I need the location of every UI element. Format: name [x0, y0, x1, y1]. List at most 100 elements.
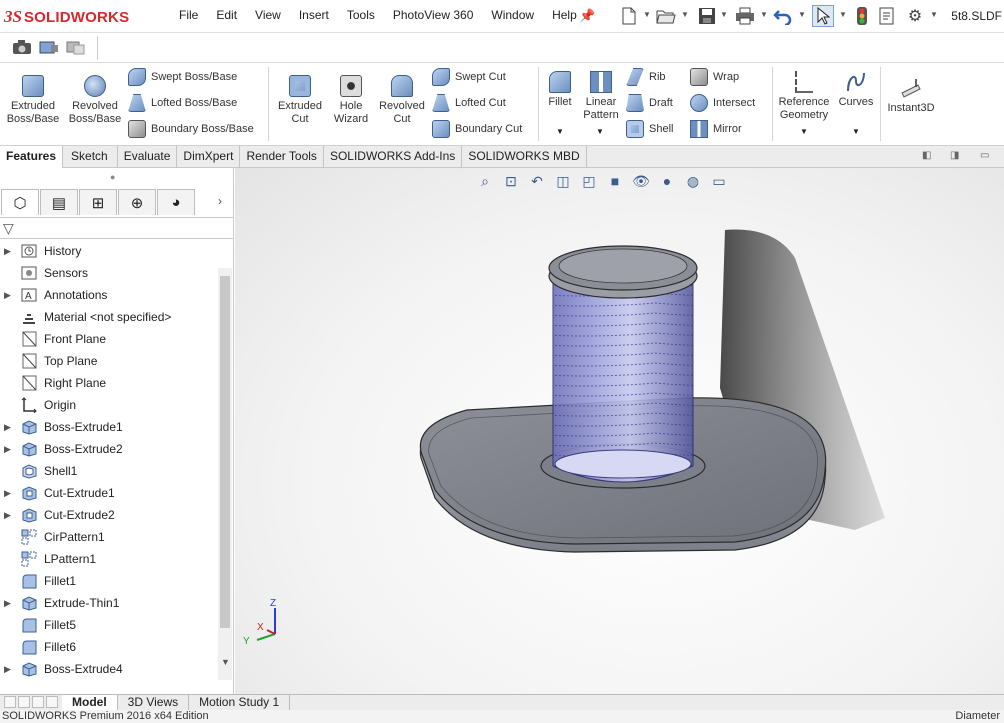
- menu-file[interactable]: File: [170, 8, 207, 22]
- tree-item-boss-extrude4[interactable]: ▶ Boss-Extrude4: [0, 658, 218, 680]
- chevron-down-icon[interactable]: ▼: [839, 10, 847, 19]
- expand-arrow-icon[interactable]: ▶: [4, 444, 11, 455]
- reference-geometry-button[interactable]: Reference Geometry: [776, 71, 832, 122]
- wrap-button[interactable]: Wrap: [690, 67, 739, 87]
- tab-model[interactable]: Model: [62, 694, 118, 711]
- filter-icon[interactable]: ▽: [3, 220, 14, 237]
- graphics-area[interactable]: ⌕ ⊡ ↶ ◫ ◰ ■ 👁 ● ◍ ▭ Z Y X: [235, 168, 1004, 694]
- configuration-manager-tab-icon[interactable]: ⊞: [79, 189, 117, 215]
- swept-cut-button[interactable]: Swept Cut: [432, 67, 506, 87]
- tree-scrollbar[interactable]: [218, 268, 232, 680]
- panel-grip-icon[interactable]: ●: [110, 172, 115, 182]
- tab-render-tools[interactable]: Render Tools: [240, 146, 324, 168]
- chevron-down-icon[interactable]: ▼: [930, 10, 938, 19]
- solidworks-logo[interactable]: 3S SOLIDWORKS: [4, 6, 129, 28]
- menu-edit[interactable]: Edit: [207, 8, 246, 22]
- camera-icon[interactable]: [12, 39, 32, 55]
- tab-mbd[interactable]: SOLIDWORKS MBD: [462, 146, 587, 168]
- linear-pattern-button[interactable]: Linear Pattern: [580, 71, 622, 122]
- mirror-button[interactable]: Mirror: [690, 119, 742, 139]
- menu-view[interactable]: View: [246, 8, 290, 22]
- tree-item-boss-extrude1[interactable]: ▶ Boss-Extrude1: [0, 416, 218, 438]
- next-tab-icon[interactable]: [32, 695, 44, 708]
- menu-photoview[interactable]: PhotoView 360: [384, 8, 483, 22]
- tree-item-material-not-specified[interactable]: Material <not specified>: [0, 306, 218, 328]
- tree-item-right-plane[interactable]: Right Plane: [0, 372, 218, 394]
- tree-item-fillet1[interactable]: Fillet1: [0, 570, 218, 592]
- instant3d-button[interactable]: Instant3D: [884, 77, 938, 115]
- tree-item-shell1[interactable]: Shell1: [0, 460, 218, 482]
- fillet-button[interactable]: Fillet: [542, 71, 578, 109]
- expand-arrow-icon[interactable]: ▶: [4, 598, 11, 609]
- menu-tools[interactable]: Tools: [338, 8, 384, 22]
- tree-item-boss-extrude2[interactable]: ▶ Boss-Extrude2: [0, 438, 218, 460]
- tree-item-front-plane[interactable]: Front Plane: [0, 328, 218, 350]
- tab-dimxpert[interactable]: DimXpert: [177, 146, 241, 168]
- last-tab-icon[interactable]: [46, 695, 58, 708]
- tree-item-origin[interactable]: Origin: [0, 394, 218, 416]
- file-properties-icon[interactable]: [876, 5, 898, 27]
- tree-item-cut-extrude2[interactable]: ▶ Cut-Extrude2: [0, 504, 218, 526]
- tab-features[interactable]: Features: [0, 146, 64, 168]
- lofted-boss-button[interactable]: Lofted Boss/Base: [128, 93, 237, 113]
- record-video-icon[interactable]: [66, 39, 86, 55]
- swept-boss-button[interactable]: Swept Boss/Base: [128, 67, 237, 87]
- expand-arrow-icon[interactable]: ▶: [4, 664, 11, 675]
- new-document-icon[interactable]: [618, 5, 640, 27]
- expand-arrow-icon[interactable]: ▶: [4, 488, 11, 499]
- rib-button[interactable]: Rib: [626, 67, 666, 87]
- tree-item-fillet6[interactable]: Fillet6: [0, 636, 218, 658]
- tree-item-top-plane[interactable]: Top Plane: [0, 350, 218, 372]
- tree-item-history[interactable]: ▶ History: [0, 240, 218, 262]
- menu-insert[interactable]: Insert: [290, 8, 338, 22]
- expand-arrow-icon[interactable]: ▶: [4, 422, 11, 433]
- chevron-down-icon[interactable]: ▼: [720, 10, 728, 19]
- revolved-cut-button[interactable]: Revolved Cut: [376, 75, 428, 126]
- prev-tab-icon[interactable]: [18, 695, 30, 708]
- select-arrow-icon[interactable]: [812, 5, 834, 27]
- tree-item-annotations[interactable]: ▶ A Annotations: [0, 284, 218, 306]
- boundary-boss-button[interactable]: Boundary Boss/Base: [128, 119, 254, 139]
- panel-expand-icon[interactable]: ◨: [950, 150, 959, 161]
- scroll-down-icon[interactable]: ▼: [221, 657, 230, 667]
- tree-item-cut-extrude1[interactable]: ▶ Cut-Extrude1: [0, 482, 218, 504]
- property-manager-tab-icon[interactable]: ▤: [40, 189, 78, 215]
- chevron-right-icon[interactable]: ›: [218, 194, 222, 208]
- pin-icon[interactable]: 📌: [579, 8, 595, 24]
- extruded-cut-button[interactable]: Extruded Cut: [274, 75, 326, 126]
- panel-collapse-icon[interactable]: ◧: [922, 150, 931, 161]
- curves-button[interactable]: Curves: [836, 71, 876, 109]
- chevron-down-icon[interactable]: ▼: [556, 127, 564, 136]
- photo-camera-icon[interactable]: [39, 39, 59, 55]
- revolved-boss-button[interactable]: Revolved Boss/Base: [66, 75, 124, 126]
- chevron-down-icon[interactable]: ▼: [643, 10, 651, 19]
- save-icon[interactable]: [696, 5, 718, 27]
- chevron-down-icon[interactable]: ▼: [800, 127, 808, 136]
- first-tab-icon[interactable]: [4, 695, 16, 708]
- extruded-boss-button[interactable]: Extruded Boss/Base: [4, 75, 62, 126]
- restore-icon[interactable]: ▭: [980, 150, 989, 161]
- tree-item-extrude-thin1[interactable]: ▶ Extrude-Thin1: [0, 592, 218, 614]
- hole-wizard-button[interactable]: Hole Wizard: [328, 75, 374, 126]
- 3d-model-view[interactable]: Z Y X: [235, 168, 1004, 694]
- print-icon[interactable]: [734, 5, 756, 27]
- rebuild-traffic-light-icon[interactable]: [851, 5, 873, 27]
- expand-arrow-icon[interactable]: ▶: [4, 290, 11, 301]
- boundary-cut-button[interactable]: Boundary Cut: [432, 119, 522, 139]
- draft-button[interactable]: Draft: [626, 93, 673, 113]
- chevron-down-icon[interactable]: ▼: [760, 10, 768, 19]
- chevron-down-icon[interactable]: ▼: [596, 127, 604, 136]
- tab-sketch[interactable]: Sketch: [63, 146, 118, 168]
- tree-item-fillet5[interactable]: Fillet5: [0, 614, 218, 636]
- tree-item-cirpattern1[interactable]: CirPattern1: [0, 526, 218, 548]
- gear-icon[interactable]: ⚙: [904, 5, 926, 27]
- menu-window[interactable]: Window: [482, 8, 543, 22]
- lofted-cut-button[interactable]: Lofted Cut: [432, 93, 506, 113]
- tab-motion-study[interactable]: Motion Study 1: [189, 694, 291, 711]
- open-folder-icon[interactable]: [655, 5, 677, 27]
- dimxpert-manager-tab-icon[interactable]: ⊕: [118, 189, 156, 215]
- intersect-button[interactable]: Intersect: [690, 93, 755, 113]
- tab-addins[interactable]: SOLIDWORKS Add-Ins: [324, 146, 463, 168]
- expand-arrow-icon[interactable]: ▶: [4, 246, 11, 257]
- display-manager-tab-icon[interactable]: ◕: [157, 189, 195, 215]
